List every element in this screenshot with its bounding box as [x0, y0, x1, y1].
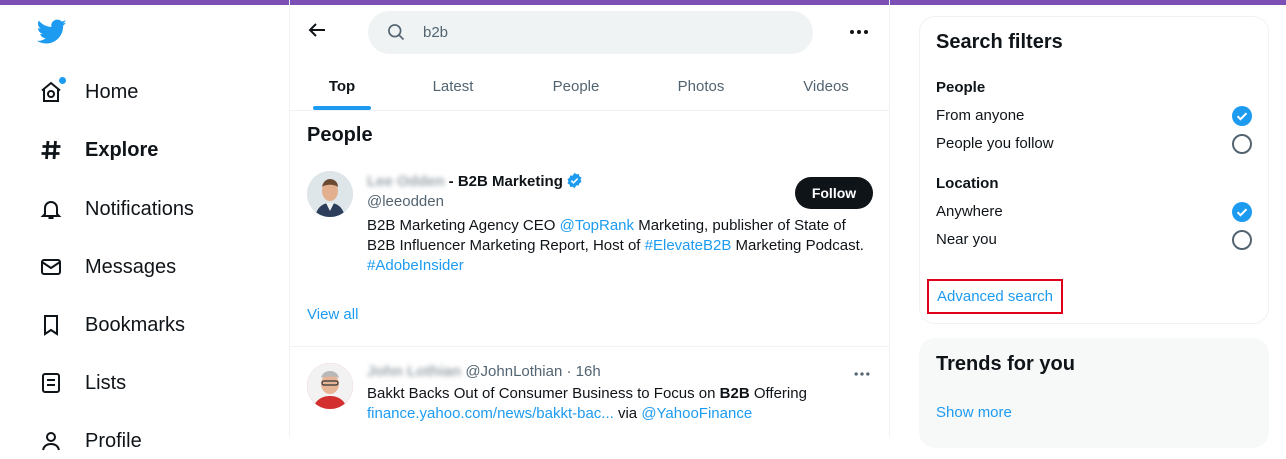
tab-top-label: Top: [328, 77, 356, 95]
nav-label-home: Home: [85, 80, 139, 103]
nav-label-messages: Messages: [85, 255, 177, 278]
active-tab-indicator: [313, 106, 371, 110]
tab-people-label: People: [552, 77, 600, 95]
check-circle-icon[interactable]: [1232, 106, 1252, 126]
people-section-title: People: [307, 124, 373, 146]
verified-badge-icon: [566, 172, 583, 193]
blurred-name[interactable]: John Lothian: [367, 363, 461, 380]
sidebar-nav: Home Explore Notifications Messages Book…: [0, 5, 289, 452]
tweet-mention-link[interactable]: @YahooFinance: [641, 405, 752, 422]
search-tabs: Top Latest People Photos Videos: [290, 62, 889, 111]
tweet-separator: ·: [562, 363, 576, 380]
list-icon: [38, 370, 64, 396]
search-bar: [368, 11, 813, 54]
nav-item-bookmarks[interactable]: Bookmarks: [38, 307, 185, 343]
option-anywhere[interactable]: Anywhere: [936, 203, 1003, 220]
tab-latest[interactable]: Latest: [415, 62, 491, 110]
notification-dot: [59, 77, 66, 84]
profile-icon: [38, 428, 64, 454]
twitter-logo-icon[interactable]: [36, 19, 67, 50]
search-filters-title: Search filters: [936, 31, 1063, 53]
show-more-link[interactable]: Show more: [936, 404, 1012, 421]
nav-item-explore[interactable]: Explore: [38, 132, 158, 168]
tweet-text-part: Bakkt Backs Out of Consumer Business to …: [367, 385, 720, 402]
bio-text: B2B Marketing Agency CEO: [367, 217, 560, 234]
trends-panel: Trends for you Show more: [919, 338, 1269, 448]
location-filter-label: Location: [936, 175, 999, 192]
option-people-you-follow[interactable]: People you follow: [936, 135, 1054, 152]
tweet-text-part: Offering: [749, 385, 807, 402]
tab-top[interactable]: Top: [313, 62, 371, 110]
tweet-header: John Lothian @JohnLothian · 16h: [367, 363, 601, 380]
tab-latest-label: Latest: [432, 77, 474, 95]
user-handle[interactable]: @leeodden: [367, 193, 444, 210]
bio-mention-link[interactable]: @TopRank: [560, 217, 634, 234]
bookmark-icon: [38, 312, 64, 338]
back-arrow-icon[interactable]: [305, 18, 329, 42]
more-options-icon[interactable]: [847, 20, 871, 44]
user-bio: B2B Marketing Agency CEO @TopRank Market…: [367, 216, 867, 276]
nav-label-notifications: Notifications: [85, 197, 194, 220]
blurred-name: Lee Odden: [367, 173, 445, 190]
radio-circle-icon[interactable]: [1232, 230, 1252, 250]
hashtag-icon: [38, 137, 64, 163]
tweet-text-part: via: [613, 405, 642, 422]
envelope-icon: [38, 254, 64, 280]
bell-icon: [38, 196, 64, 222]
tweet-text: Bakkt Backs Out of Consumer Business to …: [367, 384, 867, 424]
follow-button[interactable]: Follow: [795, 177, 873, 209]
name-suffix: - B2B Marketing: [444, 173, 563, 190]
tweet-url-link[interactable]: finance.yahoo.com/news/bakkt-bac...: [367, 405, 614, 422]
divider: [290, 346, 889, 347]
tweet-time[interactable]: 16h: [576, 363, 601, 380]
nav-item-notifications[interactable]: Notifications: [38, 191, 194, 227]
option-from-anyone[interactable]: From anyone: [936, 107, 1024, 124]
bio-hashtag-link[interactable]: #ElevateB2B: [645, 237, 732, 254]
view-all-link[interactable]: View all: [307, 306, 358, 323]
search-icon: [386, 22, 406, 47]
bio-text: Marketing Podcast.: [731, 237, 864, 254]
nav-label-profile: Profile: [85, 429, 142, 452]
check-circle-icon[interactable]: [1232, 202, 1252, 222]
advanced-search-link[interactable]: Advanced search: [927, 279, 1063, 314]
nav-label-bookmarks: Bookmarks: [85, 313, 186, 336]
tweet-text-highlight: B2B: [719, 385, 750, 402]
search-input[interactable]: [423, 11, 793, 54]
nav-item-home[interactable]: Home: [38, 74, 138, 110]
nav-item-lists[interactable]: Lists: [38, 365, 126, 401]
nav-item-profile[interactable]: Profile: [38, 423, 142, 459]
trends-title: Trends for you: [936, 353, 1075, 375]
nav-label-explore: Explore: [85, 138, 159, 161]
tweet-handle[interactable]: @JohnLothian: [465, 363, 562, 380]
tab-people[interactable]: People: [538, 62, 614, 110]
tab-videos-label: Videos: [803, 77, 849, 95]
avatar[interactable]: [307, 171, 353, 217]
user-display-name[interactable]: Lee Odden - B2B Marketing: [367, 172, 583, 193]
people-filter-label: People: [936, 79, 986, 96]
tab-photos-label: Photos: [677, 77, 725, 95]
option-near-you[interactable]: Near you: [936, 231, 997, 248]
main-column: Top Latest People Photos Videos People L…: [289, 0, 890, 436]
bio-hashtag-link[interactable]: #AdobeInsider: [367, 257, 464, 274]
home-icon: [38, 77, 66, 105]
nav-label-lists: Lists: [85, 371, 127, 394]
search-filters-panel: Search filters People From anyone People…: [919, 16, 1269, 324]
nav-item-messages[interactable]: Messages: [38, 249, 176, 285]
radio-circle-icon[interactable]: [1232, 134, 1252, 154]
avatar[interactable]: [307, 363, 353, 409]
tab-videos[interactable]: Videos: [788, 62, 864, 110]
tab-photos[interactable]: Photos: [663, 62, 739, 110]
